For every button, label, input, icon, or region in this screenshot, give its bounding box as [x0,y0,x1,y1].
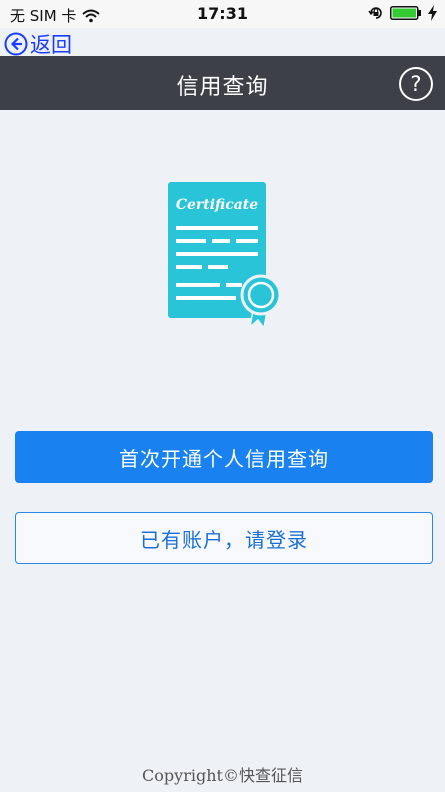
help-button[interactable]: ? [399,67,433,101]
page-title: 信用查询 [176,75,269,100]
lock-rotation-icon [368,7,382,19]
charging-icon [428,5,437,21]
back-row: 返回 [0,28,445,59]
help-icon: ? [410,72,422,96]
nav-bar: 信用查询 ? [0,56,445,110]
status-bar: 无 SIM 卡 17:31 [0,0,445,28]
certificate-icon: Certificate [168,182,282,330]
copyright-footer: Copyright©快查征信 [142,766,303,785]
certificate-label: Certificate [176,197,258,213]
back-label: 返回 [30,33,72,57]
login-button[interactable]: 已有账户，请登录 [15,512,433,564]
back-arrow-icon [4,32,28,56]
activate-credit-query-button[interactable]: 首次开通个人信用查询 [15,431,433,483]
battery-icon [390,6,421,20]
back-button[interactable]: 返回 [4,29,72,59]
status-right [368,5,437,21]
